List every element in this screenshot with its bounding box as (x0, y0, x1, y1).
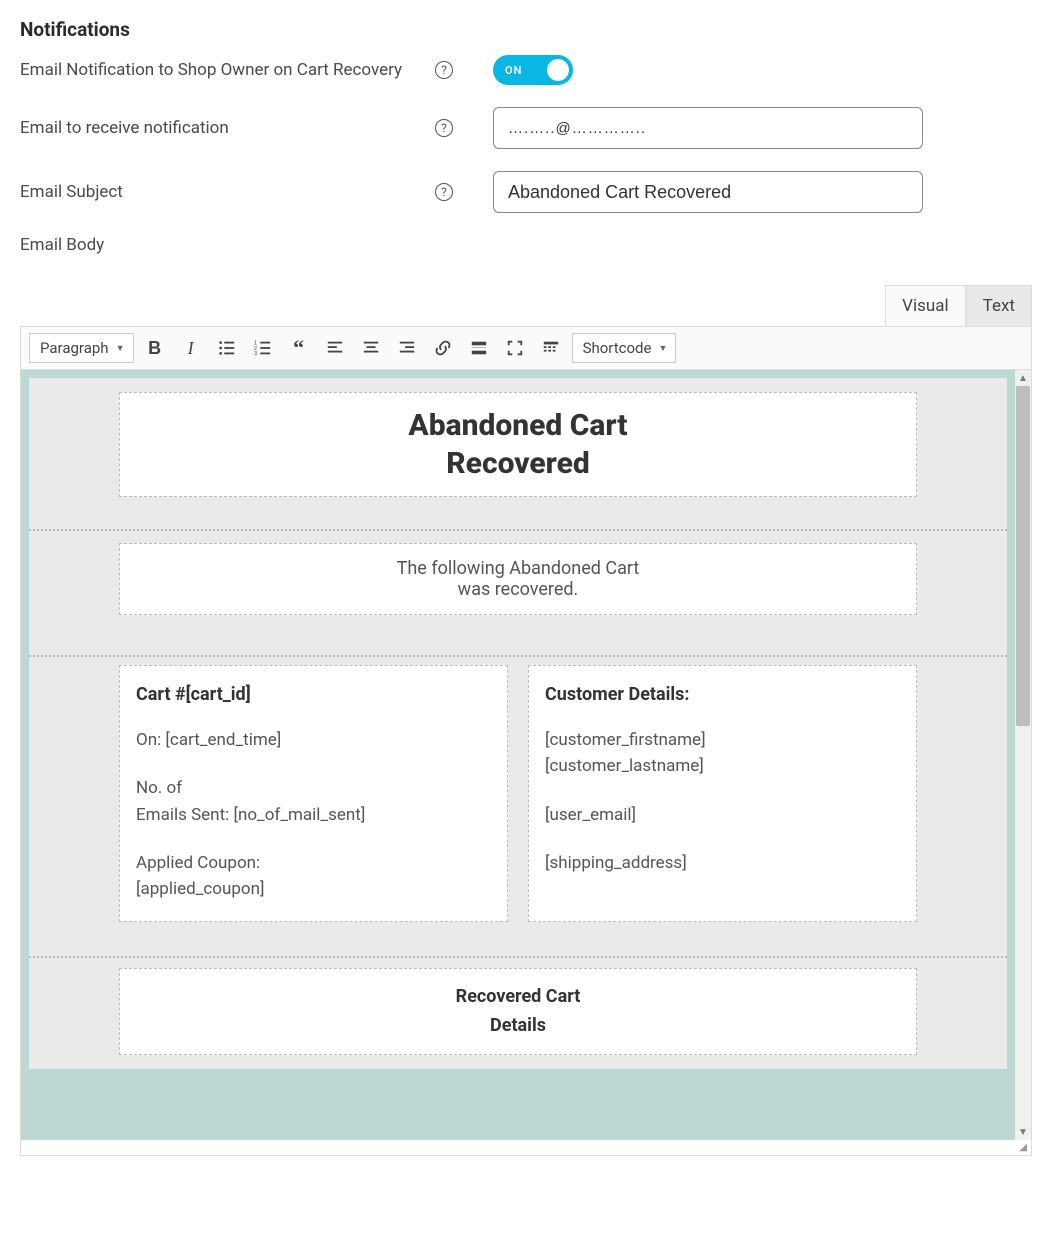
align-right-button[interactable] (392, 333, 422, 363)
svg-text:3: 3 (254, 351, 257, 357)
customer-details-box: Customer Details: [customer_firstname] [… (528, 665, 917, 922)
editor-container: Paragraph B I 123 “ Shortcode (20, 326, 1032, 1156)
row-email-subject: Email Subject ? (20, 171, 1032, 213)
unordered-list-button[interactable] (212, 333, 242, 363)
email-title-box: Abandoned Cart Recovered (119, 392, 917, 497)
insert-more-button[interactable] (464, 333, 494, 363)
toggle-knob (547, 59, 569, 81)
editor-body[interactable]: Abandoned Cart Recovered The following A… (21, 370, 1015, 1140)
fullscreen-button[interactable] (500, 333, 530, 363)
row-email-receive: Email to receive notification ? (20, 107, 1032, 149)
align-left-button[interactable] (320, 333, 350, 363)
row-email-toggle: Email Notification to Shop Owner on Cart… (20, 55, 1032, 85)
ordered-list-button[interactable]: 123 (248, 333, 278, 363)
recovered-cart-box: Recovered Cart Details (119, 968, 917, 1056)
customer-shipping: [shipping_address] (545, 850, 900, 876)
cart-header: Cart #[cart_id] (136, 684, 491, 705)
email-title: Abandoned Cart Recovered (136, 407, 900, 482)
help-icon[interactable]: ? (435, 183, 453, 201)
body-label: Email Body (20, 235, 435, 255)
cart-emails: No. of Emails Sent: [no_of_mail_sent] (136, 775, 491, 828)
toolbar-toggle-button[interactable] (536, 333, 566, 363)
divider (29, 956, 1007, 958)
customer-email: [user_email] (545, 802, 900, 828)
email-intro-box: The following Abandoned Cart was recover… (119, 543, 917, 615)
divider (29, 529, 1007, 531)
italic-button[interactable]: I (176, 333, 206, 363)
editor-toolbar: Paragraph B I 123 “ Shortcode (21, 326, 1031, 370)
help-icon[interactable]: ? (435, 61, 453, 79)
email-receive-label: Email to receive notification (20, 118, 435, 138)
cart-coupon: Applied Coupon: [applied_coupon] (136, 850, 491, 903)
link-button[interactable] (428, 333, 458, 363)
scroll-thumb[interactable] (1016, 386, 1030, 726)
customer-header: Customer Details: (545, 684, 900, 705)
section-title: Notifications (20, 18, 1032, 41)
scroll-down-arrow[interactable]: ▼ (1015, 1124, 1031, 1140)
cart-on: On: [cart_end_time] (136, 727, 491, 753)
editor-tabs: Visual Text (20, 285, 1032, 326)
scrollbar[interactable]: ▲ ▼ (1015, 370, 1031, 1140)
tab-text[interactable]: Text (966, 285, 1032, 326)
toggle-state-text: ON (505, 64, 522, 77)
row-email-body: Email Body (20, 235, 1032, 255)
email-receive-input[interactable] (493, 107, 923, 149)
tab-visual[interactable]: Visual (885, 285, 965, 326)
details-row: Cart #[cart_id] On: [cart_end_time] No. … (119, 665, 917, 922)
toggle-label: Email Notification to Shop Owner on Cart… (20, 60, 435, 80)
style-dropdown[interactable]: Paragraph (29, 333, 134, 363)
bold-button[interactable]: B (140, 333, 170, 363)
help-icon[interactable]: ? (435, 119, 453, 137)
scroll-up-arrow[interactable]: ▲ (1015, 370, 1031, 386)
email-canvas: Abandoned Cart Recovered The following A… (29, 378, 1007, 1069)
shortcode-dropdown[interactable]: Shortcode (572, 333, 677, 363)
divider (29, 655, 1007, 657)
subject-label: Email Subject (20, 182, 435, 202)
resize-handle[interactable]: ◢ (21, 1140, 1031, 1155)
editor-scroll-wrap: Abandoned Cart Recovered The following A… (21, 370, 1031, 1140)
email-notification-toggle[interactable]: ON (493, 55, 573, 85)
email-subject-input[interactable] (493, 171, 923, 213)
customer-name: [customer_firstname] [customer_lastname] (545, 727, 900, 780)
blockquote-button[interactable]: “ (284, 333, 314, 363)
align-center-button[interactable] (356, 333, 386, 363)
cart-details-box: Cart #[cart_id] On: [cart_end_time] No. … (119, 665, 508, 922)
